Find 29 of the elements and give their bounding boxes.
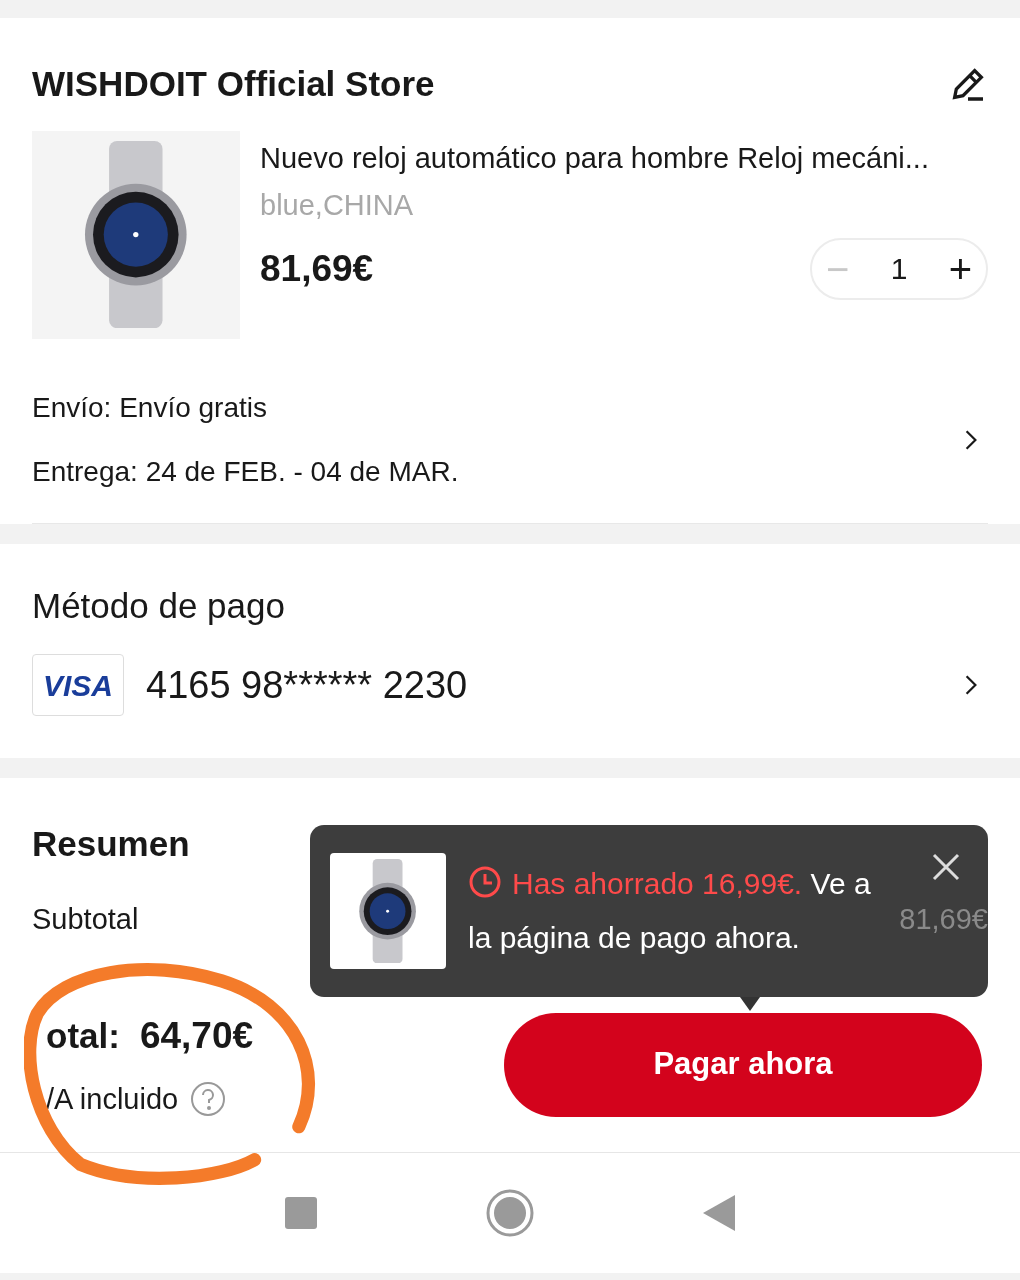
store-name: WISHDOIT Official Store: [32, 63, 435, 105]
pay-now-button[interactable]: Pagar ahora: [504, 1012, 982, 1117]
shipping-text: Envío: Envío gratis: [32, 390, 268, 425]
payment-title: Método de pago: [32, 584, 286, 627]
subtotal-value: 81,69€: [899, 902, 988, 937]
toast-message: Has ahorrado 16,99€. Ve a la página de pago ahora.: [468, 864, 872, 956]
tax-note: /A incluido: [46, 1081, 179, 1117]
card-brand-logo: VISA: [32, 654, 124, 716]
delivery-text: Entrega: 24 de FEB. - 04 de MAR.: [32, 454, 459, 489]
product-title[interactable]: Nuevo reloj automático para hombre Reloj mecáni...: [260, 136, 988, 180]
help-icon[interactable]: [190, 1081, 227, 1118]
product-variant: blue,CHINA: [260, 188, 415, 223]
card-number: 4165 98****** 2230: [146, 662, 469, 708]
quantity-value: 1: [890, 251, 908, 287]
increase-button[interactable]: +: [948, 238, 972, 299]
recent-apps-icon[interactable]: [284, 1196, 317, 1229]
total-value: 64,70€: [139, 1014, 254, 1058]
product-price: 81,69€: [260, 246, 374, 291]
back-icon[interactable]: [703, 1194, 736, 1231]
chevron-right-icon: [964, 428, 978, 451]
shipping-row[interactable]: Envío: Envío gratis Entrega: 24 de FEB. - 04 de MAR.: [32, 386, 988, 524]
payment-method-row[interactable]: VISA 4165 98****** 2230: [32, 654, 988, 716]
subtotal-label: Subtotal: [32, 902, 139, 937]
chevron-right-icon: [964, 674, 978, 696]
total-label: otal:: [46, 1015, 120, 1057]
home-icon[interactable]: [486, 1188, 534, 1237]
clock-icon: [468, 865, 502, 899]
summary-title: Resumen: [32, 822, 190, 865]
close-icon[interactable]: [932, 853, 960, 881]
